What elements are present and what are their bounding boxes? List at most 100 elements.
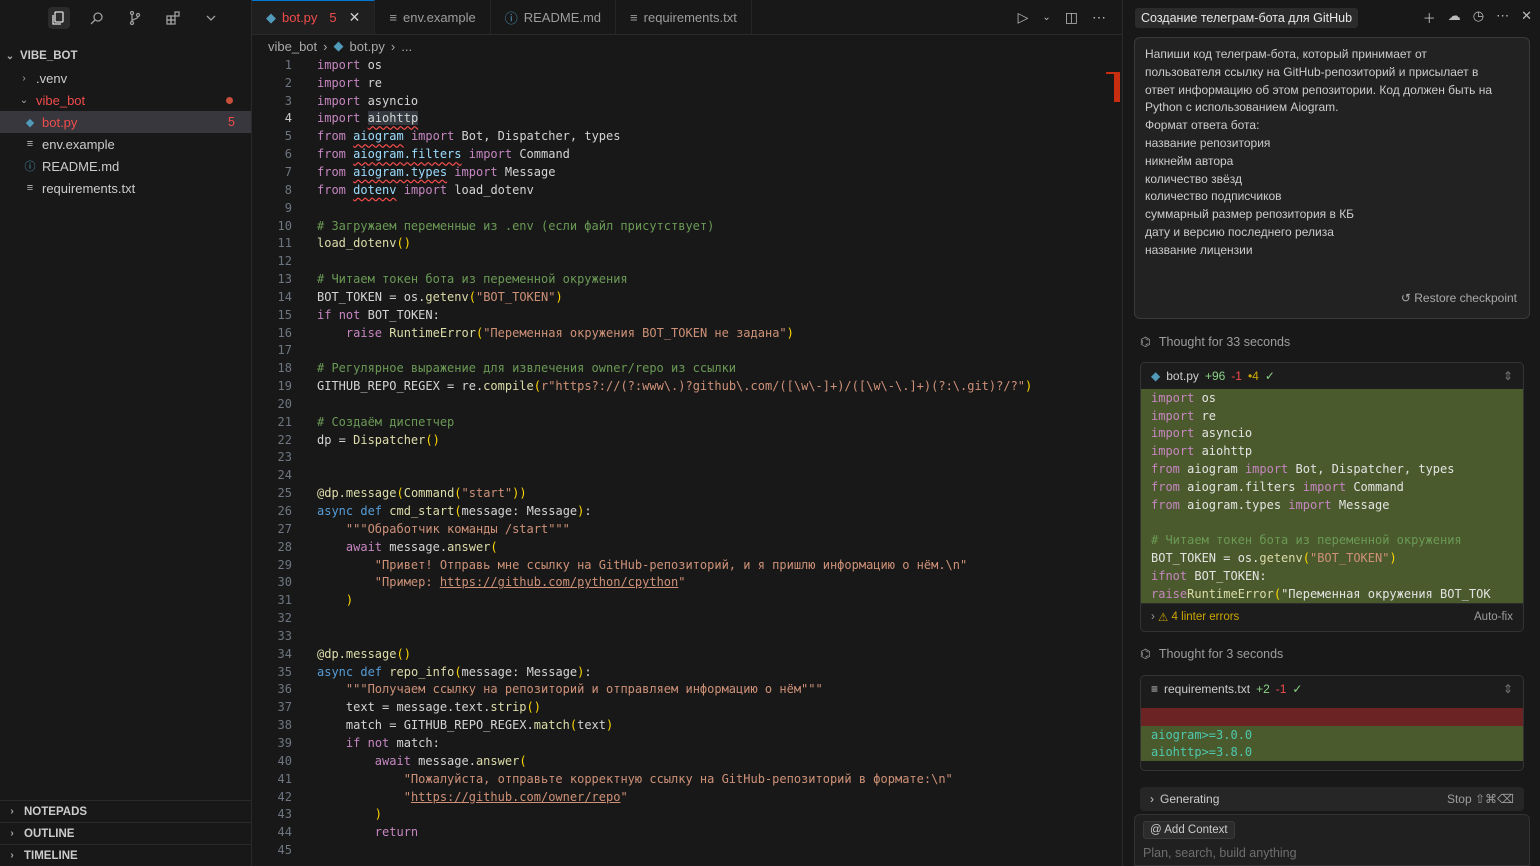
code-editor[interactable]: 1 import os 2 import re 3 import asyncio 4 impo…: [252, 56, 1122, 859]
code-line[interactable]: 21 # Создаём диспетчер: [252, 413, 1122, 431]
breadcrumb-folder[interactable]: vibe_bot: [268, 39, 317, 54]
chat-composer[interactable]: @ Add Context Plan, search, build anythi…: [1134, 814, 1530, 866]
section-label: TIMELINE: [24, 849, 78, 862]
code-line[interactable]: 19 GITHUB_REPO_REGEX = re.compile(r"https…: [252, 377, 1122, 395]
thought-indicator-2[interactable]: ⌬ Thought for 3 seconds: [1140, 646, 1283, 662]
close-icon[interactable]: ✕: [349, 9, 361, 26]
code-line[interactable]: 1 import os: [252, 56, 1122, 74]
diff-header[interactable]: ◆ bot.py +96 -1 •4 ✓ ⇕: [1141, 363, 1523, 389]
code-line[interactable]: 3 import asyncio: [252, 92, 1122, 110]
explorer-root[interactable]: ⌄ VIBE_BOT: [0, 45, 251, 67]
code-line[interactable]: 5 from aiogram import Bot, Dispatcher, ty…: [252, 127, 1122, 145]
code-line[interactable]: 35 async def repo_info(message: Message):: [252, 663, 1122, 681]
section-timeline[interactable]: › TIMELINE: [0, 844, 252, 866]
section-notepads[interactable]: › NOTEPADS: [0, 800, 252, 822]
code-line[interactable]: 13 # Читаем токен бота из переменной окру…: [252, 270, 1122, 288]
code-line[interactable]: 43 ): [252, 805, 1122, 823]
user-prompt-message[interactable]: Напиши код телеграм-бота, который приним…: [1134, 37, 1530, 319]
text-file-icon: ≡: [26, 182, 34, 194]
breadcrumb-symbol[interactable]: ...: [401, 39, 412, 54]
run-icon[interactable]: ▷: [1018, 9, 1029, 26]
code-line[interactable]: 14 BOT_TOKEN = os.getenv("BOT_TOKEN"): [252, 288, 1122, 306]
more-icon[interactable]: ⋯: [1092, 9, 1106, 26]
code-line[interactable]: 8 from dotenv import load_dotenv: [252, 181, 1122, 199]
autofix-button[interactable]: Auto-fix: [1474, 611, 1513, 623]
code-line[interactable]: 7 from aiogram.types import Message: [252, 163, 1122, 181]
code-line[interactable]: 26 async def cmd_start(message: Message):: [252, 502, 1122, 520]
code-line[interactable]: 18 # Регулярное выражение для извлечения …: [252, 359, 1122, 377]
tree-folder-vibe-bot[interactable]: ⌄ vibe_bot: [0, 89, 251, 111]
warning-icon: ⚠: [1158, 611, 1172, 624]
code-line[interactable]: 38 match = GITHUB_REPO_REGEX.match(text): [252, 716, 1122, 734]
close-icon[interactable]: ✕: [1521, 8, 1532, 27]
expand-icon[interactable]: ⇕: [1503, 682, 1513, 696]
code-line[interactable]: 6 from aiogram.filters import Command: [252, 145, 1122, 163]
linter-errors-link[interactable]: 4 linter errors: [1172, 611, 1240, 623]
diff-removed-line: [1141, 708, 1523, 726]
section-outline[interactable]: › OUTLINE: [0, 822, 252, 844]
code-line[interactable]: 20: [252, 395, 1122, 413]
code-line[interactable]: 40 await message.answer(: [252, 752, 1122, 770]
tree-file-env-example[interactable]: ≡ env.example: [0, 133, 251, 155]
code-line[interactable]: 16 raise RuntimeError("Переменная окруже…: [252, 324, 1122, 342]
code-line[interactable]: 39 if not match:: [252, 734, 1122, 752]
tab-env-example[interactable]: ≡ env.example: [375, 0, 491, 34]
diff-header[interactable]: ≡ requirements.txt +2 -1 ✓ ⇕: [1141, 676, 1523, 702]
chevron-down-icon[interactable]: ⌄: [1042, 12, 1050, 23]
code-line[interactable]: 37 text = message.text.strip(): [252, 698, 1122, 716]
code-line[interactable]: 15 if not BOT_TOKEN:: [252, 306, 1122, 324]
chat-title[interactable]: Создание телеграм-бота для GitHub: [1135, 7, 1359, 28]
more-icon[interactable]: ⋯: [1496, 8, 1509, 27]
code-line[interactable]: 12: [252, 252, 1122, 270]
search-icon[interactable]: [86, 7, 108, 29]
code-line[interactable]: 41 "Пожалуйста, отправьте корректную ссы…: [252, 770, 1122, 788]
code-line[interactable]: 33: [252, 627, 1122, 645]
code-line[interactable]: 30 "Пример: https://github.com/python/cp…: [252, 573, 1122, 591]
tab-requirements[interactable]: ≡ requirements.txt: [616, 0, 752, 34]
chevron-down-icon[interactable]: [200, 7, 222, 29]
code-line[interactable]: 32: [252, 609, 1122, 627]
code-line[interactable]: 45: [252, 841, 1122, 859]
tree-folder-venv[interactable]: › .venv: [0, 67, 251, 89]
line-number: 17: [277, 343, 292, 358]
expand-icon[interactable]: ⇕: [1503, 369, 1513, 383]
split-editor-icon[interactable]: ◫: [1065, 9, 1078, 26]
code-line[interactable]: 11 load_dotenv(): [252, 234, 1122, 252]
chat-input[interactable]: Plan, search, build anything: [1143, 846, 1297, 860]
tab-readme[interactable]: ⓘ README.md: [491, 0, 617, 34]
files-icon[interactable]: [48, 7, 70, 29]
cloud-icon[interactable]: ☁: [1448, 8, 1461, 27]
tree-file-readme[interactable]: ⓘ README.md: [0, 155, 251, 177]
add-context-button[interactable]: @ Add Context: [1143, 821, 1235, 839]
tree-file-requirements[interactable]: ≡ requirements.txt: [0, 177, 251, 199]
code-line[interactable]: 27 """Обработчик команды /start""": [252, 520, 1122, 538]
thought-indicator-1[interactable]: ⌬ Thought for 33 seconds: [1140, 334, 1290, 350]
plus-icon[interactable]: ＋: [1423, 8, 1436, 27]
code-line[interactable]: 25 @dp.message(Command("start")): [252, 484, 1122, 502]
code-line[interactable]: 28 await message.answer(: [252, 538, 1122, 556]
code-line[interactable]: 22 dp = Dispatcher(): [252, 431, 1122, 449]
code-line[interactable]: 17: [252, 342, 1122, 360]
code-line[interactable]: 4 import aiohttp: [252, 110, 1122, 128]
tree-file-bot-py[interactable]: ◆ bot.py 5: [0, 111, 251, 133]
code-line[interactable]: 34 @dp.message(): [252, 645, 1122, 663]
history-icon[interactable]: ◷: [1473, 8, 1484, 27]
stop-button[interactable]: Stop ⇧⌘⌫: [1447, 792, 1514, 806]
tab-bot-py[interactable]: ◆ bot.py 5 ✕: [252, 0, 376, 34]
code-line[interactable]: 24: [252, 466, 1122, 484]
line-number: 44: [277, 825, 292, 840]
code-line[interactable]: 36 """Получаем ссылку на репозиторий и о…: [252, 681, 1122, 699]
code-line[interactable]: 10 # Загружаем переменные из .env (если ф…: [252, 217, 1122, 235]
code-line[interactable]: 2 import re: [252, 74, 1122, 92]
code-line[interactable]: 31 ): [252, 591, 1122, 609]
extensions-icon[interactable]: [162, 7, 184, 29]
code-line[interactable]: 9: [252, 199, 1122, 217]
restore-checkpoint-button[interactable]: ↺ Restore checkpoint: [1401, 290, 1517, 308]
code-line[interactable]: 44 return: [252, 823, 1122, 841]
code-line[interactable]: 42 "https://github.com/owner/repo": [252, 788, 1122, 806]
source-control-icon[interactable]: [124, 7, 146, 29]
breadcrumb-file[interactable]: bot.py: [350, 39, 385, 54]
code-line[interactable]: 23: [252, 449, 1122, 467]
code-line[interactable]: 29 "Привет! Отправь мне ссылку на GitHub…: [252, 556, 1122, 574]
chevron-down-icon: ⌄: [5, 50, 15, 62]
